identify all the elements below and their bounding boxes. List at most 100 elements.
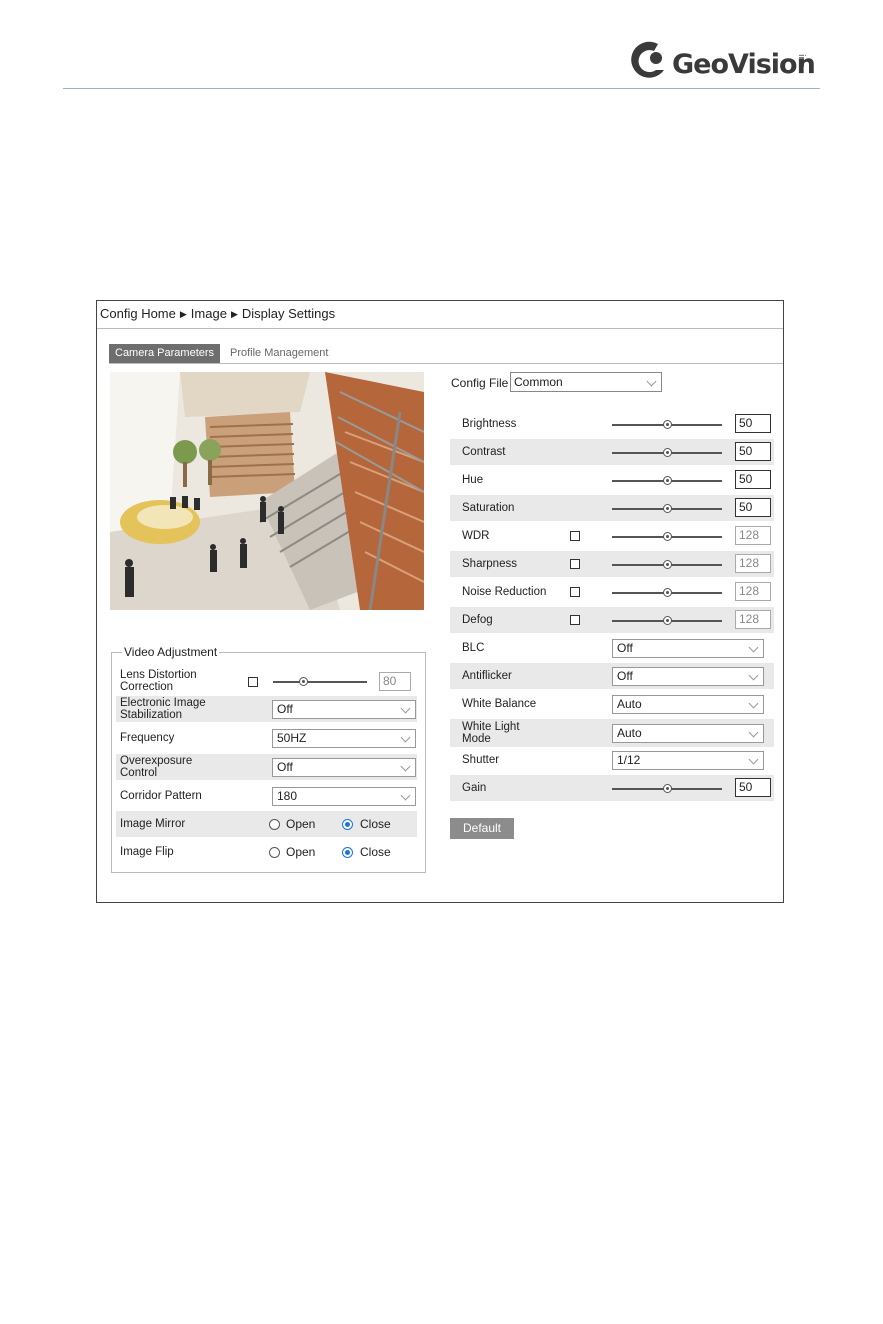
video-adjustment-legend: Video Adjustment: [122, 645, 220, 659]
breadcrumb-current: Display Settings: [241, 306, 336, 321]
image-flip-open-radio[interactable]: [269, 847, 280, 858]
brightness-slider-handle[interactable]: [662, 420, 672, 429]
lens-distortion-checkbox[interactable]: [248, 677, 258, 687]
geovision-mark-icon: [631, 41, 664, 78]
antiflicker-select[interactable]: Off: [612, 667, 764, 686]
config-file-label: Config File: [451, 376, 509, 390]
lens-distortion-value[interactable]: 80: [379, 672, 411, 691]
brightness-slider[interactable]: [612, 420, 722, 429]
defog-slider[interactable]: [612, 616, 722, 625]
chevron-down-icon: [646, 376, 657, 387]
shutter-row: Shutter 1/12: [450, 747, 774, 773]
chevron-down-icon: [400, 732, 411, 743]
defog-checkbox[interactable]: [570, 615, 580, 625]
eis-select[interactable]: Off: [272, 700, 416, 719]
sharpness-slider[interactable]: [612, 560, 722, 569]
default-button[interactable]: Default: [450, 818, 514, 839]
wdr-slider[interactable]: [612, 532, 722, 541]
wdr-slider-handle[interactable]: [662, 532, 672, 541]
config-file-select[interactable]: Common: [510, 372, 662, 392]
white-light-mode-row: White Light Mode Auto: [450, 719, 774, 747]
corridor-row: Corridor Pattern 180: [116, 783, 417, 809]
white-balance-row: White Balance Auto: [450, 691, 774, 717]
image-mirror-open-label: Open: [286, 817, 316, 831]
lens-distortion-label: Lens Distortion Correction: [120, 669, 197, 693]
shutter-select[interactable]: 1/12: [612, 751, 764, 770]
sharpness-checkbox[interactable]: [570, 559, 580, 569]
contrast-slider[interactable]: [612, 448, 722, 457]
wdr-value[interactable]: 128: [735, 526, 771, 545]
defog-value[interactable]: 128: [735, 610, 771, 629]
saturation-slider[interactable]: [612, 504, 722, 513]
sharpness-slider-handle[interactable]: [662, 560, 672, 569]
tab-camera-parameters[interactable]: Camera Parameters: [109, 344, 221, 363]
gain-slider[interactable]: [612, 784, 722, 793]
image-flip-close-radio[interactable]: [342, 847, 353, 858]
frequency-select[interactable]: 50HZ: [272, 729, 416, 748]
chevron-down-icon: [400, 703, 411, 714]
overexposure-row: Overexposure Control Off: [116, 754, 417, 780]
contrast-value[interactable]: 50: [735, 442, 771, 461]
noise-reduction-checkbox[interactable]: [570, 587, 580, 597]
corridor-select[interactable]: 180: [272, 787, 416, 806]
image-mirror-row: Image Mirror Open Close: [116, 811, 417, 837]
antiflicker-label: Antiflicker: [462, 670, 512, 682]
noise-reduction-slider[interactable]: [612, 588, 722, 597]
brand-name: GeoVision: [672, 49, 816, 80]
hue-value[interactable]: 50: [735, 470, 771, 489]
image-mirror-close-radio[interactable]: [342, 819, 353, 830]
image-flip-open-label: Open: [286, 845, 316, 859]
saturation-slider-handle[interactable]: [662, 504, 672, 513]
white-balance-select[interactable]: Auto: [612, 695, 764, 714]
image-flip-label: Image Flip: [120, 846, 174, 858]
image-mirror-open-radio[interactable]: [269, 819, 280, 830]
live-view-image: [110, 372, 424, 610]
gain-slider-handle[interactable]: [662, 784, 672, 793]
brightness-label: Brightness: [462, 418, 517, 430]
gain-row: Gain 50: [450, 775, 774, 801]
noise-reduction-slider-handle[interactable]: [662, 588, 672, 597]
contrast-slider-handle[interactable]: [662, 448, 672, 457]
hue-slider-handle[interactable]: [662, 476, 672, 485]
breadcrumb-image[interactable]: Image: [191, 306, 227, 321]
breadcrumb-home[interactable]: Config Home: [100, 306, 176, 321]
brightness-value[interactable]: 50: [735, 414, 771, 433]
brightness-row: Brightness 50: [450, 411, 774, 437]
defog-row: Defog 128: [450, 607, 774, 633]
breadcrumb-arrow-icon: ▶: [230, 309, 238, 319]
video-adjustment-group: Video Adjustment Lens Distortion Correcti…: [111, 645, 426, 873]
hue-slider[interactable]: [612, 476, 722, 485]
overexposure-select[interactable]: Off: [272, 758, 416, 777]
sharpness-value[interactable]: 128: [735, 554, 771, 573]
tab-profile-management[interactable]: Profile Management: [230, 344, 328, 363]
frequency-label: Frequency: [120, 732, 175, 744]
contrast-row: Contrast 50: [450, 439, 774, 465]
defog-slider-handle[interactable]: [662, 616, 672, 625]
lens-distortion-slider[interactable]: [273, 677, 367, 686]
lens-distortion-row: Lens Distortion Correction 80: [112, 668, 417, 694]
wdr-checkbox[interactable]: [570, 531, 580, 541]
white-light-mode-label: White Light Mode: [462, 721, 520, 745]
hue-row: Hue 50: [450, 467, 774, 493]
blc-select[interactable]: Off: [612, 639, 764, 658]
image-mirror-close-label: Close: [360, 817, 391, 831]
noise-reduction-value[interactable]: 128: [735, 582, 771, 601]
white-light-mode-select[interactable]: Auto: [612, 724, 764, 743]
noise-reduction-row: Noise Reduction 128: [450, 579, 774, 605]
geovision-logo: GeoVision inc: [628, 38, 818, 88]
brand-suffix: inc: [796, 54, 806, 68]
antiflicker-row: Antiflicker Off: [450, 663, 774, 689]
sharpness-label: Sharpness: [462, 558, 517, 570]
shutter-label: Shutter: [462, 754, 500, 766]
image-flip-close-label: Close: [360, 845, 391, 859]
noise-reduction-label: Noise Reduction: [462, 586, 547, 598]
eis-label: Electronic Image Stabilization: [120, 697, 206, 721]
sharpness-row: Sharpness 128: [450, 551, 774, 577]
frequency-row: Frequency 50HZ: [116, 725, 417, 751]
saturation-row: Saturation 50: [450, 495, 774, 521]
saturation-value[interactable]: 50: [735, 498, 771, 517]
lens-distortion-slider-handle[interactable]: [298, 677, 308, 686]
image-flip-row: Image Flip Open Close: [116, 839, 417, 865]
gain-value[interactable]: 50: [735, 778, 771, 797]
chevron-down-icon: [748, 670, 759, 681]
